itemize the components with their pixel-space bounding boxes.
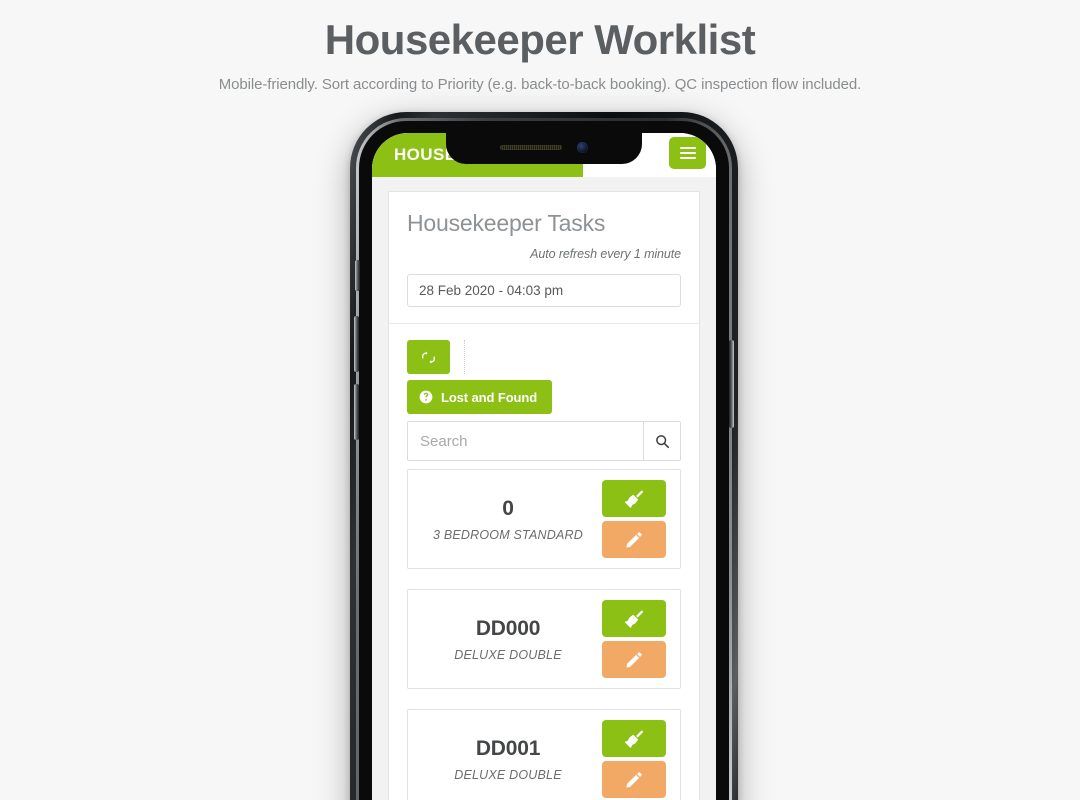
app-content: Housekeeper Tasks Auto refresh every 1 m… [372,177,716,800]
room-type: DELUXE DOUBLE [454,767,562,782]
earpiece-speaker-icon [500,144,562,150]
task-actions [602,480,666,558]
phone-body: HOUSEKEEPING Housekeeper Tasks Auto refr… [350,112,738,800]
date-filter-value: 28 Feb 2020 - 04:03 pm [419,283,564,298]
tasks-panel-header: Housekeeper Tasks Auto refresh every 1 m… [389,192,699,323]
search-row [407,421,681,461]
date-filter-field[interactable]: 28 Feb 2020 - 04:03 pm [407,274,681,307]
lost-and-found-label: Lost and Found [441,389,538,405]
page-subtitle: Mobile-friendly. Sort according to Prior… [218,75,862,93]
toolbar-divider [464,340,466,374]
clean-room-button[interactable] [602,480,666,517]
pencil-icon [624,770,644,790]
edit-task-button[interactable] [602,521,666,558]
lost-and-found-button[interactable]: Lost and Found [407,380,553,414]
auto-refresh-note: Auto refresh every 1 minute [530,247,681,261]
task-info: DD001 DELUXE DOUBLE [408,737,602,782]
edit-task-button[interactable] [602,641,666,678]
pencil-icon [624,650,644,670]
task-info: DD000 DELUXE DOUBLE [408,617,602,662]
edit-task-button[interactable] [602,761,666,798]
menu-line-3 [679,157,696,159]
page-header: Housekeeper Worklist Mobile-friendly. So… [0,0,1080,93]
search-button[interactable] [643,421,681,461]
task-actions [602,720,666,798]
room-number: 0 [502,496,514,520]
room-type: DELUXE DOUBLE [454,647,562,662]
question-circle-icon [419,390,433,404]
room-number: DD000 [475,616,541,640]
phone-screen: HOUSEKEEPING Housekeeper Tasks Auto refr… [372,133,716,800]
search-input[interactable] [407,421,643,461]
task-row[interactable]: DD000 DELUXE DOUBLE [407,589,681,689]
task-row[interactable]: DD001 DELUXE DOUBLE [407,709,681,800]
task-list: 0 3 BEDROOM STANDARD DD000 DELUXE DOUBLE… [407,469,681,800]
phone-volume-up-button[interactable] [354,316,359,372]
search-icon [655,434,670,449]
tasks-toolbar: Lost and Found Search 0 3 BEDROOM STANDA… [389,324,699,800]
clean-room-button[interactable] [602,720,666,757]
phone-mockup: HOUSEKEEPING Housekeeper Tasks Auto refr… [340,112,750,800]
task-row[interactable]: 0 3 BEDROOM STANDARD [407,469,681,569]
sync-refresh-icon [421,350,436,365]
menu-line-1 [679,147,696,149]
hamburger-menu-icon[interactable] [669,137,706,169]
phone-notch [446,133,642,164]
menu-line-2 [679,152,696,154]
broom-icon [623,488,645,510]
room-type: 3 BEDROOM STANDARD [433,527,583,542]
phone-silent-switch[interactable] [355,260,360,291]
page-title: Housekeeper Worklist [324,16,756,63]
tasks-panel: Housekeeper Tasks Auto refresh every 1 m… [388,191,700,800]
task-info: 0 3 BEDROOM STANDARD [408,497,602,542]
broom-icon [623,608,645,630]
broom-icon [623,728,645,750]
clean-room-button[interactable] [602,600,666,637]
tasks-heading: Housekeeper Tasks [407,210,606,236]
pencil-icon [624,530,644,550]
refresh-button[interactable] [407,340,450,374]
task-actions [602,600,666,678]
phone-volume-down-button[interactable] [354,384,359,440]
front-camera-icon [577,141,588,153]
phone-power-button[interactable] [729,340,734,428]
room-number: DD001 [475,736,541,760]
